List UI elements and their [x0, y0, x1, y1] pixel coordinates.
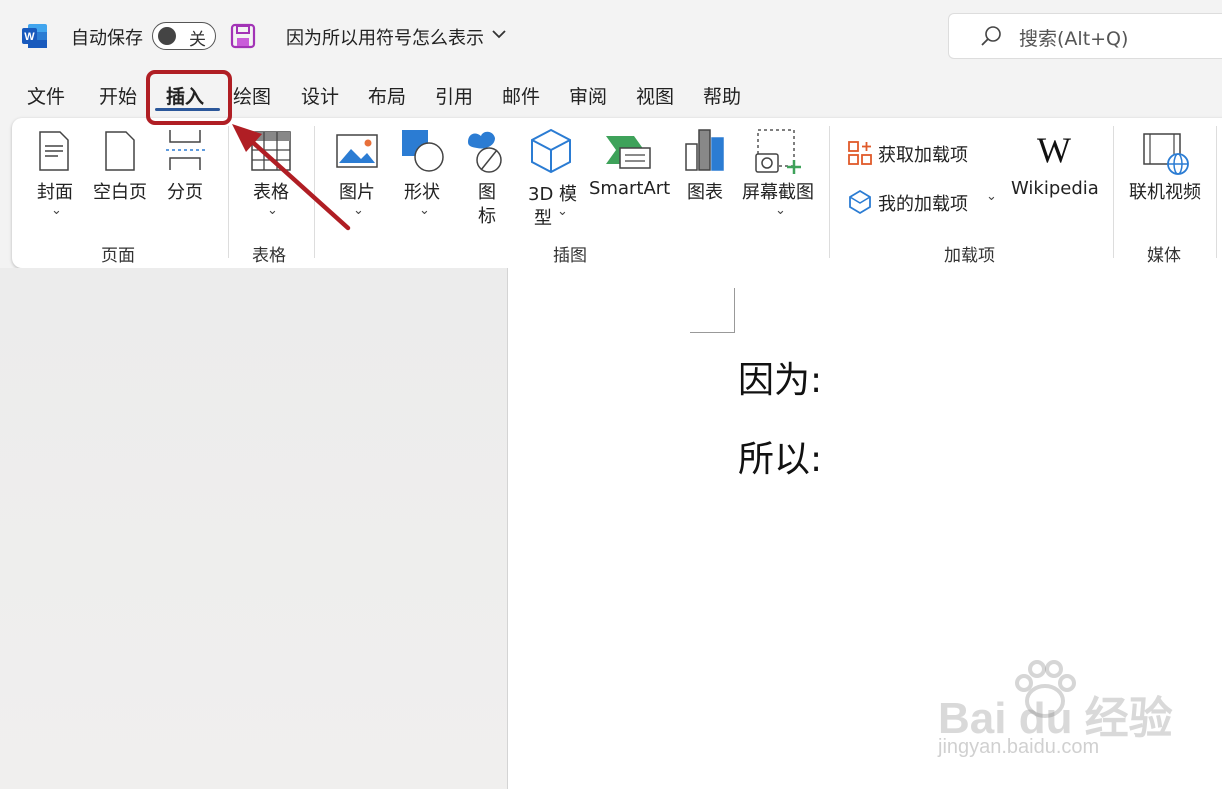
- chevron-down-icon[interactable]: ⌄: [557, 204, 568, 219]
- tab-mailings[interactable]: 邮件: [502, 82, 540, 109]
- 3d-model-button-line2: 型: [534, 208, 552, 229]
- wikipedia-icon: W: [1037, 132, 1071, 168]
- group-label-pages: 页面: [101, 246, 135, 266]
- blank-page-icon: [105, 131, 135, 171]
- chevron-down-icon[interactable]: ⌄: [986, 189, 997, 204]
- search-icon: [981, 26, 1001, 46]
- 3d-model-button[interactable]: 3D 模: [528, 180, 577, 206]
- chevron-down-icon[interactable]: [490, 24, 508, 44]
- picture-button[interactable]: 图片: [339, 178, 375, 204]
- search-box[interactable]: 搜索(Alt+Q): [948, 13, 1222, 59]
- get-addins-button[interactable]: 获取加载项: [878, 141, 968, 167]
- chevron-down-icon[interactable]: ⌄: [775, 203, 786, 218]
- picture-icon: [336, 134, 378, 168]
- cover-page-icon: [39, 131, 69, 171]
- document-title[interactable]: 因为所以用符号怎么表示: [286, 24, 484, 50]
- word-icon[interactable]: W: [22, 23, 48, 49]
- svg-text:W: W: [1037, 132, 1071, 168]
- table-button[interactable]: 表格: [253, 178, 289, 204]
- group-label-illustrations: 插图: [553, 246, 587, 266]
- search-placeholder: 搜索(Alt+Q): [1019, 28, 1129, 50]
- autosave-toggle[interactable]: 关: [152, 22, 216, 50]
- watermark-url: jingyan.baidu.com: [938, 736, 1100, 758]
- divider: [1113, 126, 1114, 258]
- page-break-icon: [166, 130, 206, 170]
- divider: [1216, 126, 1217, 258]
- get-addins-icon: [848, 141, 872, 165]
- chevron-down-icon[interactable]: ⌄: [267, 203, 278, 218]
- online-video-button[interactable]: 联机视频: [1129, 178, 1201, 204]
- tab-home[interactable]: 开始: [99, 82, 137, 109]
- 3d-model-icon: [531, 128, 571, 174]
- smartart-icon: [606, 136, 651, 169]
- tab-references[interactable]: 引用: [435, 82, 473, 109]
- shapes-button[interactable]: 形状: [404, 178, 440, 204]
- my-addins-button[interactable]: 我的加载项: [878, 190, 968, 216]
- divider: [314, 126, 315, 258]
- cover-page-button[interactable]: 封面: [37, 178, 73, 204]
- divider: [829, 126, 830, 258]
- tab-view[interactable]: 视图: [636, 82, 674, 109]
- blank-page-button[interactable]: 空白页: [93, 178, 147, 204]
- canvas-background: [0, 268, 507, 789]
- document-line-2[interactable]: 所以:: [738, 430, 822, 482]
- screenshot-icon: [755, 129, 801, 174]
- tab-review[interactable]: 审阅: [569, 82, 607, 109]
- chevron-down-icon[interactable]: ⌄: [51, 203, 62, 218]
- shapes-icon: [402, 130, 444, 172]
- save-icon[interactable]: [230, 23, 256, 49]
- margin-marker: [690, 288, 735, 333]
- svg-text:W: W: [24, 31, 35, 43]
- tab-design[interactable]: 设计: [301, 82, 339, 109]
- autosave-label: 自动保存: [71, 28, 143, 49]
- chart-icon: [685, 129, 724, 171]
- document-line-1[interactable]: 因为:: [738, 351, 822, 403]
- tab-layout[interactable]: 布局: [368, 82, 406, 109]
- icons-icon: [468, 131, 502, 173]
- insert-tab-highlight: [146, 70, 232, 125]
- page-break-button[interactable]: 分页: [167, 178, 203, 204]
- tab-file[interactable]: 文件: [27, 82, 65, 109]
- toggle-knob: [158, 27, 176, 45]
- chart-button[interactable]: 图表: [687, 178, 723, 204]
- group-label-media: 媒体: [1147, 246, 1181, 266]
- screenshot-button[interactable]: 屏幕截图: [742, 178, 814, 204]
- icons-button-line2: 标: [478, 206, 496, 227]
- chevron-down-icon[interactable]: ⌄: [419, 203, 430, 218]
- wikipedia-button[interactable]: Wikipedia: [1011, 178, 1099, 199]
- group-label-addins: 加载项: [944, 246, 995, 266]
- my-addins-icon: [849, 189, 871, 215]
- divider: [228, 126, 229, 258]
- tab-draw[interactable]: 绘图: [233, 82, 271, 109]
- tab-help[interactable]: 帮助: [703, 82, 741, 109]
- chevron-down-icon[interactable]: ⌄: [353, 203, 364, 218]
- online-video-icon: [1143, 133, 1189, 175]
- smartart-button[interactable]: SmartArt: [589, 178, 670, 199]
- icons-button[interactable]: 图: [478, 178, 496, 204]
- group-label-tables: 表格: [252, 246, 286, 266]
- autosave-state: 关: [189, 30, 206, 50]
- table-icon: [251, 131, 291, 171]
